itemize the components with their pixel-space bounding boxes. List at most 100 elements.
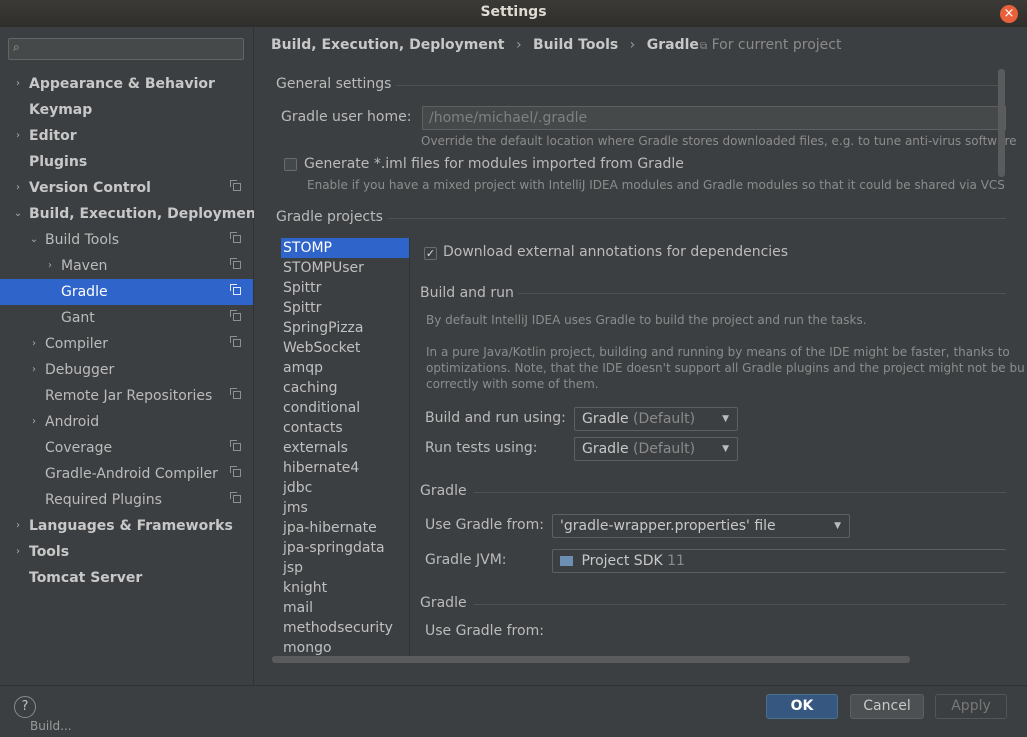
sidebar-item-label: Version Control — [29, 180, 151, 196]
project-scope-icon — [230, 310, 241, 321]
project-scope-icon — [230, 466, 241, 477]
folder-icon — [560, 556, 573, 566]
project-list-item[interactable]: jdbc — [281, 478, 409, 498]
chevron-right-icon[interactable]: › — [12, 123, 24, 149]
background-label: Build... — [30, 719, 72, 733]
sidebar-item-keymap[interactable]: Keymap — [0, 97, 253, 123]
dropdown-value: 'gradle-wrapper.properties' file — [560, 518, 776, 534]
sidebar-item-label: Coverage — [45, 440, 113, 456]
sidebar-item-debugger[interactable]: › Debugger — [0, 357, 253, 383]
gradle-jvm-dropdown[interactable]: Project SDK 11 — [552, 549, 1006, 573]
build-run-hint: By default IntelliJ IDEA uses Gradle to … — [426, 313, 867, 327]
ok-button[interactable]: OK — [766, 694, 838, 719]
dropdown-value: Project SDK — [581, 553, 663, 569]
chevron-down-icon[interactable]: ⌄ — [28, 227, 40, 253]
general-settings-heading: General settings — [276, 76, 392, 92]
chevron-right-icon[interactable]: › — [12, 175, 24, 201]
chevron-right-icon[interactable]: › — [12, 71, 24, 97]
gradle-user-home-field[interactable]: /home/michael/.gradle — [422, 106, 1006, 130]
project-list-item[interactable]: jpa-hibernate — [281, 518, 409, 538]
apply-button[interactable]: Apply — [935, 694, 1007, 719]
sidebar-item-android[interactable]: › Android — [0, 409, 253, 435]
breadcrumb-item[interactable]: Build, Execution, Deployment — [271, 37, 505, 53]
project-scope-icon — [230, 440, 241, 451]
project-scope-icon — [230, 232, 241, 243]
use-gradle-from-dropdown[interactable]: 'gradle-wrapper.properties' file ▼ — [552, 514, 850, 538]
chevron-right-icon[interactable]: › — [12, 539, 24, 565]
project-list-item[interactable]: mongo — [281, 638, 409, 658]
sidebar-item-label: Gradle — [61, 284, 108, 300]
project-list-item[interactable]: mail — [281, 598, 409, 618]
sidebar-item-remote-jar-repositories[interactable]: Remote Jar Repositories — [0, 383, 253, 409]
sidebar-item-editor[interactable]: › Editor — [0, 123, 253, 149]
run-tests-dropdown[interactable]: Gradle (Default) ▼ — [574, 437, 738, 461]
project-list-item[interactable]: contacts — [281, 418, 409, 438]
chevron-down-icon: ▼ — [722, 414, 729, 424]
sidebar-item-maven[interactable]: › Maven — [0, 253, 253, 279]
breadcrumb-separator: › — [629, 37, 636, 53]
sidebar-item-label: Android — [45, 414, 100, 430]
cancel-button[interactable]: Cancel — [850, 694, 924, 719]
generate-iml-label[interactable]: Generate *.iml files for modules importe… — [304, 156, 684, 172]
project-list-item[interactable]: STOMP — [281, 238, 409, 258]
help-button[interactable]: ? — [14, 696, 36, 718]
build-run-heading: Build and run — [420, 285, 514, 301]
sidebar-item-plugins[interactable]: Plugins — [0, 149, 253, 175]
chevron-right-icon[interactable]: › — [28, 409, 40, 435]
section-divider — [396, 85, 1004, 86]
sidebar-item-languages-frameworks[interactable]: › Languages & Frameworks — [0, 513, 253, 539]
sidebar-item-required-plugins[interactable]: Required Plugins — [0, 487, 253, 513]
sidebar-item-gradle[interactable]: Gradle — [0, 279, 253, 305]
build-run-using-dropdown[interactable]: Gradle (Default) ▼ — [574, 407, 738, 431]
chevron-right-icon[interactable]: › — [28, 357, 40, 383]
project-list-item[interactable]: hibernate4 — [281, 458, 409, 478]
sidebar-item-version-control[interactable]: › Version Control — [0, 175, 253, 201]
sidebar-item-label: Remote Jar Repositories — [45, 388, 213, 404]
close-icon[interactable]: × — [1000, 5, 1018, 23]
sidebar-item-tools[interactable]: › Tools — [0, 539, 253, 565]
project-scope-icon — [230, 258, 241, 269]
search-input[interactable]: ⌕ — [8, 38, 244, 60]
project-list-item[interactable]: WebSocket — [281, 338, 409, 358]
breadcrumb-item[interactable]: Build Tools — [533, 37, 618, 53]
gradle-jvm-label: Gradle JVM: — [425, 552, 507, 568]
sidebar-item-compiler[interactable]: › Compiler — [0, 331, 253, 357]
chevron-right-icon[interactable]: › — [28, 331, 40, 357]
project-list-item[interactable]: jms — [281, 498, 409, 518]
chevron-down-icon[interactable]: ⌄ — [12, 201, 24, 227]
sidebar-item-coverage[interactable]: Coverage — [0, 435, 253, 461]
sidebar-item-label: Keymap — [29, 102, 93, 118]
project-list-item[interactable]: externals — [281, 438, 409, 458]
project-list-item[interactable]: jpa-springdata — [281, 538, 409, 558]
section-divider — [474, 492, 1006, 493]
sidebar-item-label: Gradle-Android Compiler — [45, 466, 218, 482]
project-list-item[interactable]: Spittr — [281, 278, 409, 298]
project-scope-icon — [230, 492, 241, 503]
sidebar-item-tomcat-server[interactable]: Tomcat Server — [0, 565, 253, 591]
dropdown-suffix: (Default) — [633, 441, 696, 457]
chevron-right-icon[interactable]: › — [44, 253, 56, 279]
chevron-right-icon[interactable]: › — [12, 513, 24, 539]
sidebar-item-build-tools[interactable]: ⌄ Build Tools — [0, 227, 253, 253]
project-list-item[interactable]: caching — [281, 378, 409, 398]
project-list-item[interactable]: amqp — [281, 358, 409, 378]
dropdown-suffix: (Default) — [633, 411, 696, 427]
project-list-item[interactable]: methodsecurity — [281, 618, 409, 638]
generate-iml-checkbox[interactable] — [284, 158, 297, 171]
project-list-item[interactable]: Spittr — [281, 298, 409, 318]
download-annotations-checkbox[interactable]: ✓ — [424, 247, 437, 260]
vertical-scrollbar[interactable] — [998, 69, 1005, 177]
project-list-item[interactable]: knight — [281, 578, 409, 598]
sidebar-item-gant[interactable]: Gant — [0, 305, 253, 331]
build-run-hint: optimizations. Note, that the IDE doesn'… — [426, 361, 1025, 375]
horizontal-scrollbar[interactable] — [272, 656, 910, 663]
project-list-item[interactable]: SpringPizza — [281, 318, 409, 338]
sidebar-item-gradle-android-compiler[interactable]: Gradle-Android Compiler — [0, 461, 253, 487]
project-list-item[interactable]: STOMPUser — [281, 258, 409, 278]
sidebar-item-build-execution-deployment[interactable]: ⌄ Build, Execution, Deployment — [0, 201, 263, 227]
sidebar-item-label: Tools — [29, 544, 70, 560]
download-annotations-label[interactable]: Download external annotations for depend… — [443, 244, 788, 260]
sidebar-item-appearance-behavior[interactable]: › Appearance & Behavior — [0, 71, 253, 97]
project-list-item[interactable]: jsp — [281, 558, 409, 578]
project-list-item[interactable]: conditional — [281, 398, 409, 418]
